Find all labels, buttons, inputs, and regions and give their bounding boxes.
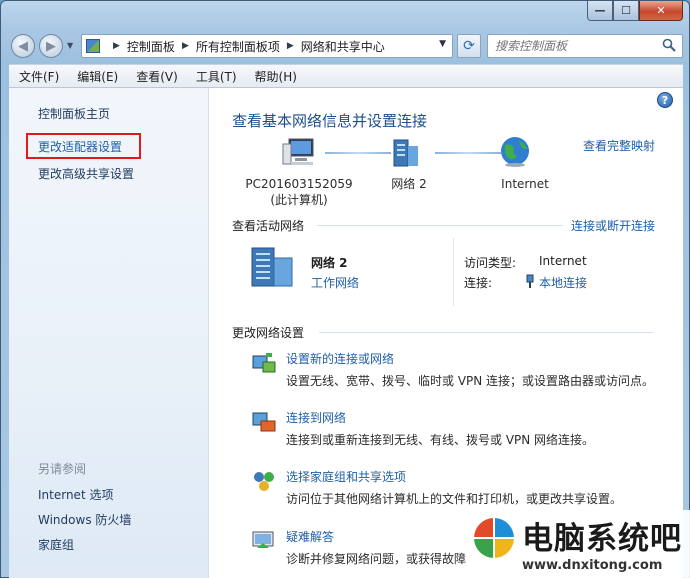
task-link-connect-network[interactable]: 连接到网络	[286, 409, 346, 426]
network-building-icon[interactable]	[249, 246, 299, 288]
caption-buttons: — ☐ ✕	[587, 1, 683, 21]
menu-help[interactable]: 帮助(H)	[246, 68, 306, 85]
menu-view[interactable]: 查看(V)	[127, 68, 187, 85]
task-link-homegroup[interactable]: 选择家庭组和共享选项	[286, 468, 406, 485]
main-pane: ? 查看基本网络信息并设置连接 查看完整映射 PC201603152059 (此…	[209, 88, 683, 578]
help-button[interactable]: ?	[657, 92, 673, 108]
access-type-label: 访问类型:	[464, 256, 517, 270]
sidebar-link-firewall[interactable]: Windows 防火墙	[38, 511, 131, 528]
sidebar: 控制面板主页 更改适配器设置 更改高级共享设置 另请参阅 Internet 选项…	[9, 88, 209, 578]
address-row: ◀ ▶ ▼ ▶ 控制面板 ▶ 所有控制面板项 ▶ 网络和共享中心 ▼ ⟳	[9, 31, 683, 61]
close-button[interactable]: ✕	[639, 1, 683, 21]
homegroup-icon	[254, 472, 274, 491]
network-node-label: 网络 2	[391, 177, 427, 191]
breadcrumb-separator-icon[interactable]: ▶	[182, 41, 189, 51]
sidebar-link-internet-options[interactable]: Internet 选项	[38, 486, 113, 503]
active-networks-heading: 查看活动网络	[232, 219, 305, 233]
local-connection-link[interactable]: 本地连接	[539, 274, 587, 291]
refresh-icon: ⟳	[463, 38, 475, 54]
forward-button[interactable]: ▶	[39, 34, 63, 58]
breadcrumb-separator-icon[interactable]: ▶	[287, 41, 294, 51]
breadcrumb-separator-icon[interactable]: ▶	[113, 41, 120, 51]
change-settings-heading: 更改网络设置	[232, 326, 305, 340]
see-also-heading: 另请参阅	[38, 462, 87, 476]
troubleshoot-icon	[252, 531, 274, 548]
divider	[317, 225, 563, 226]
search-box[interactable]	[487, 34, 683, 58]
windows-logo-icon	[474, 518, 514, 558]
sidebar-link-advanced-sharing[interactable]: 更改高级共享设置	[38, 165, 134, 182]
network-icon[interactable]	[390, 136, 426, 168]
connection-line	[325, 152, 391, 154]
connect-network-icon	[252, 412, 276, 432]
computer-name: PC201603152059	[245, 177, 353, 191]
menu-edit[interactable]: 编辑(E)	[68, 68, 127, 85]
connection-line	[435, 152, 501, 154]
computer-icon[interactable]	[281, 136, 317, 168]
window-frame: — ☐ ✕ ◀ ▶ ▼ ▶ 控制面板 ▶ 所有控制面板项 ▶ 网络和共享中心 ▼…	[0, 0, 690, 578]
sidebar-link-home[interactable]: 控制面板主页	[38, 105, 110, 122]
new-connection-icon	[252, 353, 276, 373]
globe-icon[interactable]	[497, 136, 533, 168]
watermark: 电脑系统吧 www.dnxitong.com	[466, 510, 690, 578]
recent-pages-dropdown[interactable]: ▼	[67, 41, 73, 50]
divider	[319, 332, 653, 333]
task-desc: 设置无线、宽带、拨号、临时或 VPN 连接；或设置路由器或访问点。	[286, 374, 655, 388]
task-desc: 诊断并修复网络问题，或获得故障	[286, 552, 467, 566]
maximize-button[interactable]: ☐	[613, 1, 639, 21]
menu-tools[interactable]: 工具(T)	[187, 68, 246, 85]
arrow-right-icon: ▶	[46, 38, 56, 54]
search-icon[interactable]	[662, 38, 676, 52]
computer-label: PC201603152059 (此计算机)	[229, 176, 369, 208]
control-panel-icon	[86, 39, 100, 53]
sidebar-link-adapter-settings[interactable]: 更改适配器设置	[38, 138, 122, 155]
vertical-divider	[453, 238, 454, 306]
network-map: PC201603152059 (此计算机) 网络 2 Internet	[209, 136, 683, 208]
active-network-name: 网络 2	[311, 256, 348, 270]
menu-file[interactable]: 文件(F)	[9, 68, 68, 85]
address-bar[interactable]: ▶ 控制面板 ▶ 所有控制面板项 ▶ 网络和共享中心 ▼	[81, 34, 453, 58]
page-title: 查看基本网络信息并设置连接	[232, 112, 428, 130]
active-network-panel: 网络 2 工作网络 访问类型: Internet 连接: 本地连接	[209, 238, 683, 308]
connect-disconnect-link[interactable]: 连接或断开连接	[571, 217, 655, 234]
task-link-troubleshoot[interactable]: 疑难解答	[286, 528, 334, 545]
menu-bar: 文件(F) 编辑(E) 查看(V) 工具(T) 帮助(H)	[9, 64, 683, 88]
task-desc: 访问位于其他网络计算机上的文件和打印机，或更改共享设置。	[286, 492, 623, 506]
task-desc: 连接到或重新连接到无线、有线、拨号或 VPN 网络连接。	[286, 433, 595, 447]
breadcrumb-network-center[interactable]: 网络和共享中心	[301, 38, 385, 55]
breadcrumb-control-panel[interactable]: 控制面板	[127, 38, 175, 55]
network-type-link[interactable]: 工作网络	[311, 274, 359, 291]
search-input[interactable]	[488, 35, 648, 57]
access-type-value: Internet	[539, 254, 587, 268]
computer-subtitle: (此计算机)	[270, 193, 328, 207]
refresh-button[interactable]: ⟳	[457, 34, 481, 58]
breadcrumb-all-items[interactable]: 所有控制面板项	[196, 38, 280, 55]
watermark-url: www.dnxitong.com	[522, 558, 663, 573]
back-button[interactable]: ◀	[11, 34, 35, 58]
arrow-left-icon: ◀	[18, 38, 28, 54]
ethernet-plug-icon	[526, 274, 534, 288]
address-dropdown-icon[interactable]: ▼	[439, 39, 446, 49]
connection-label: 连接:	[464, 276, 493, 290]
watermark-name: 电脑系统吧	[522, 521, 682, 557]
minimize-button[interactable]: —	[587, 1, 613, 21]
task-link-new-connection[interactable]: 设置新的连接或网络	[286, 350, 394, 367]
sidebar-link-homegroup[interactable]: 家庭组	[38, 536, 74, 553]
internet-node-label: Internet	[501, 177, 549, 191]
